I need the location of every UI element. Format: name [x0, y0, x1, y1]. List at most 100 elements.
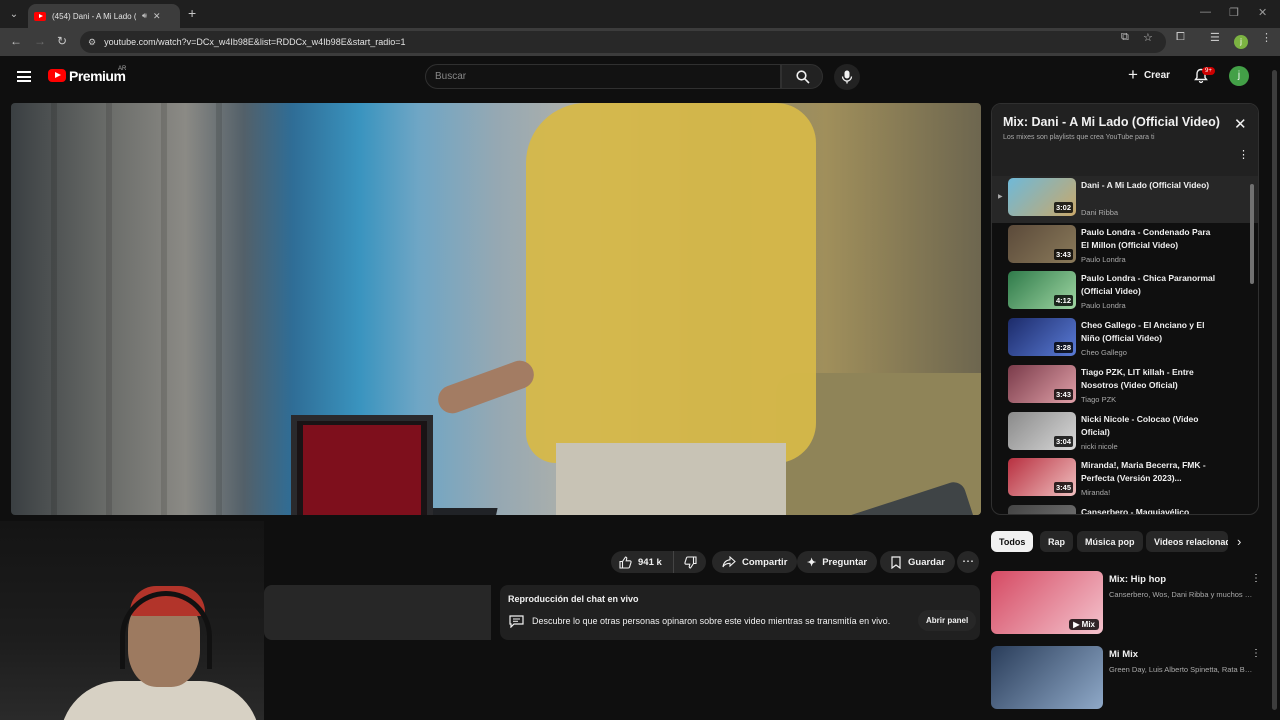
mix-icon: ▶︎	[1073, 620, 1082, 629]
video-player[interactable]	[11, 103, 981, 515]
like-icon	[619, 555, 632, 569]
close-icon[interactable]: ✕	[1234, 117, 1247, 132]
dislike-button[interactable]	[674, 551, 706, 573]
playlist-item[interactable]: 3:43 Tiago PZK, LIT killah - Entre Nosotr…	[992, 363, 1258, 410]
share-icon	[722, 556, 736, 568]
video-frame-detail	[526, 103, 816, 463]
playlist-item-thumbnail[interactable]: 4:12	[1008, 271, 1076, 310]
minimize-icon[interactable]: —	[1200, 6, 1211, 18]
playlist-item-thumbnail[interactable]: 3:04	[1008, 411, 1076, 450]
search-button[interactable]	[781, 64, 823, 89]
browser-profile-avatar[interactable]: j	[1234, 35, 1248, 49]
share-button[interactable]: Compartir	[712, 551, 798, 573]
playlist-item-thumbnail[interactable]	[1008, 504, 1076, 514]
youtube-logo-icon[interactable]	[48, 69, 66, 82]
recommendation-item[interactable]: Mi Mix Green Day, Luis Alberto Spinetta, …	[991, 646, 1269, 712]
playlist-item[interactable]: 3:45 Miranda!, Maria Becerra, FMK - Perfe…	[992, 456, 1258, 503]
description-box[interactable]	[264, 585, 491, 640]
playlist-item-thumbnail[interactable]: 3:28	[1008, 318, 1076, 357]
playlist-menu-icon[interactable]: ⋮	[1238, 150, 1249, 161]
mix-badge-label: Mix	[1081, 620, 1095, 629]
youtube-favicon-icon	[34, 11, 46, 21]
browser-menu-icon[interactable]: ⋮	[1261, 31, 1272, 44]
tab-search-icon[interactable]: ⌄	[6, 6, 22, 22]
search-input[interactable]: Buscar	[425, 64, 781, 89]
recommendation-thumbnail[interactable]	[991, 646, 1103, 709]
filter-chip[interactable]: Todos	[991, 531, 1034, 552]
now-playing-icon: ▶	[998, 194, 1003, 200]
filter-chip[interactable]: Rap	[1040, 531, 1074, 552]
playlist-item-title[interactable]: Tiago PZK, LIT killah - Entre Nosotros (…	[1081, 366, 1219, 392]
create-button[interactable]: + Crear	[1128, 65, 1170, 84]
chevron-right-icon[interactable]: ›	[1237, 534, 1241, 549]
playlist-item-thumbnail[interactable]: 3:43	[1008, 224, 1076, 263]
premium-logo-text[interactable]: Premium	[69, 68, 126, 84]
playlist-item-channel: Miranda!	[1081, 488, 1111, 498]
page-scrollbar[interactable]	[1272, 70, 1277, 710]
playlist-item-thumbnail[interactable]: 3:43	[1008, 364, 1076, 403]
open-chat-panel-button[interactable]: Abrir panel	[918, 610, 977, 631]
playlist-item-thumbnail[interactable]: 3:45	[1008, 458, 1076, 497]
playlist-item[interactable]: 3:28 Cheo Gallego - El Anciano y El Niño …	[992, 316, 1258, 363]
playlist-item[interactable]: 3:04 Nicki Nicole - Colocao (Video Oficia…	[992, 410, 1258, 457]
more-actions-button[interactable]: ⋯	[957, 551, 979, 573]
playlist-item-title[interactable]: Paulo Londra - Chica Paranormal (Officia…	[1081, 272, 1219, 298]
window-close-icon[interactable]: ✕	[1258, 6, 1267, 19]
account-avatar[interactable]: j	[1229, 66, 1249, 86]
maximize-icon[interactable]: ❐	[1229, 6, 1239, 19]
reading-list-icon[interactable]: ☰	[1210, 31, 1220, 44]
plus-icon: +	[1128, 65, 1138, 84]
site-info-icon[interactable]: ⚙	[88, 37, 96, 48]
playlist-item[interactable]: ▶ 3:02 Dani - A Mi Lado (Official Video) Da…	[992, 176, 1258, 223]
youtube-header: Premium AR Buscar + Crear 9+ j	[0, 56, 1280, 100]
video-frame-detail	[51, 103, 57, 515]
dislike-icon	[683, 555, 697, 569]
playlist-item-channel: Paulo Londra	[1081, 254, 1126, 264]
playlist-item-title[interactable]: Miranda!, Maria Becerra, FMK - Perfecta …	[1081, 459, 1219, 485]
playlist-item[interactable]: Canserbero - Maquiavélico	[992, 503, 1258, 514]
reload-icon[interactable]: ↻	[57, 34, 67, 48]
duration-badge: 3:02	[1053, 202, 1073, 213]
address-bar[interactable]: ⚙ youtube.com/watch?v=DCx_w4Ib98E&list=R…	[80, 31, 1166, 53]
tab-close-icon[interactable]: ✕	[153, 11, 161, 22]
bookmark-star-icon[interactable]: ☆	[1143, 31, 1153, 44]
recommendation-subtitle: Canserbero, Wos, Dani Ribba y muchos más	[1109, 590, 1253, 599]
voice-search-button[interactable]	[834, 64, 860, 90]
speaker-icon[interactable]: 🔊︎	[142, 11, 147, 21]
playlist-scrollbar[interactable]	[1250, 184, 1254, 284]
playlist-item[interactable]: 3:43 Paulo Londra - Condenado Para El Mil…	[992, 223, 1258, 270]
recommendation-item[interactable]: ▶︎ Mix Mix: Hip hop Canserbero, Wos, Dani …	[991, 571, 1269, 637]
filter-chip[interactable]: Videos relacionados	[1146, 531, 1228, 552]
playlist-item[interactable]: 4:12 Paulo Londra - Chica Paranormal (Off…	[992, 269, 1258, 316]
video-frame-detail	[556, 443, 786, 515]
like-button[interactable]: 941 k	[611, 551, 674, 573]
video-frame-detail	[303, 425, 421, 515]
playlist-title[interactable]: Mix: Dani - A Mi Lado (Official Video)	[1003, 115, 1220, 129]
recommendation-thumbnail[interactable]: ▶︎ Mix	[991, 571, 1103, 634]
playlist-item-channel: nicki nicole	[1081, 441, 1118, 451]
filter-chip[interactable]: Música pop	[1077, 531, 1143, 552]
extensions-icon[interactable]: ⧠	[1176, 31, 1185, 44]
recommendation-title[interactable]: Mi Mix	[1109, 649, 1138, 660]
guide-menu-icon[interactable]	[17, 71, 31, 82]
notification-badge: 9+	[1202, 67, 1215, 75]
back-icon[interactable]: ←	[10, 34, 22, 48]
recommendation-menu-icon[interactable]: ⋮	[1251, 649, 1261, 659]
save-button[interactable]: Guardar	[880, 551, 955, 573]
sparkle-icon: ✦	[807, 556, 817, 569]
playlist-item-title[interactable]: Nicki Nicole - Colocao (Video Oficial)	[1081, 413, 1219, 439]
video-frame-detail	[216, 103, 222, 515]
recommendation-menu-icon[interactable]: ⋮	[1251, 574, 1261, 584]
install-app-icon[interactable]: ⧉	[1121, 31, 1129, 44]
duration-badge: 3:43	[1053, 388, 1073, 400]
playlist-item-title[interactable]: Cheo Gallego - El Anciano y El Niño (Off…	[1081, 319, 1219, 345]
playlist-item-thumbnail[interactable]: 3:02	[1008, 178, 1076, 216]
playlist-item-title[interactable]: Dani - A Mi Lado (Official Video)	[1081, 179, 1219, 192]
new-tab-icon[interactable]: +	[188, 5, 196, 21]
recommendation-title[interactable]: Mix: Hip hop	[1109, 574, 1166, 585]
forward-icon[interactable]: →	[34, 34, 46, 48]
browser-tab[interactable]: (454) Dani - A Mi Lado (Offi 🔊︎ ✕	[28, 4, 180, 28]
playlist-item-title[interactable]: Paulo Londra - Condenado Para El Millon …	[1081, 226, 1219, 252]
ask-button[interactable]: ✦ Preguntar	[797, 551, 878, 573]
playlist-item-title[interactable]: Canserbero - Maquiavélico	[1081, 506, 1219, 514]
